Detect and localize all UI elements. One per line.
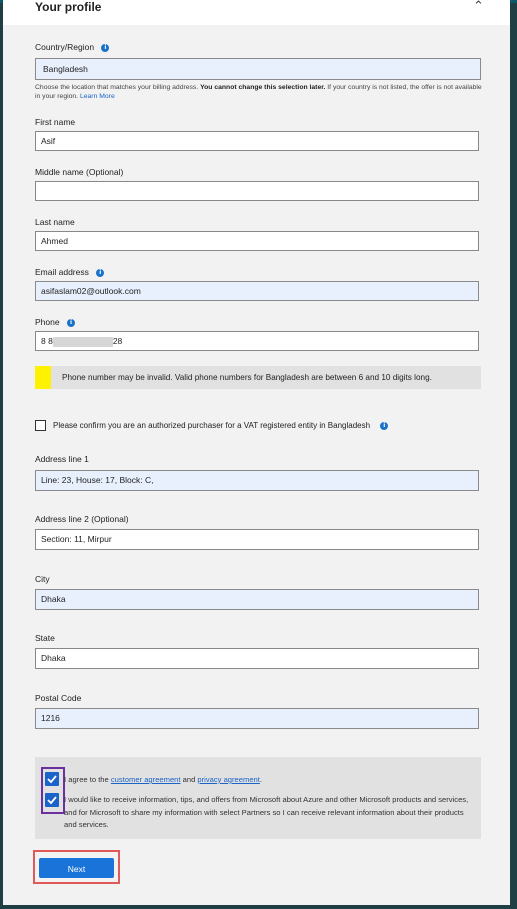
city-label: City [35,574,50,584]
redacted-block [52,336,113,347]
email-label: Email address i [35,267,105,277]
phone-value-start: 8 8 [41,336,53,346]
privacy-agreement-link[interactable]: privacy agreement [197,775,259,784]
country-select[interactable]: Bangladesh [35,58,481,80]
section-title: Your profile [35,0,102,14]
next-button-highlight: Next [33,850,120,884]
postal-label: Postal Code [35,693,82,703]
chevron-up-icon[interactable]: ⌃ [473,0,484,14]
vat-confirm-label: Please confirm you are an authorized pur… [53,421,389,430]
agreement-prefix: I agree to the [64,775,111,784]
agreement-text: I agree to the customer agreement and pr… [64,774,474,786]
hint-text: Choose the location that matches your bi… [35,84,201,91]
vat-confirm-text: Please confirm you are an authorized pur… [53,421,371,430]
marketing-text: I would like to receive information, tip… [64,795,469,829]
middle-name-label: Middle name (Optional) [35,167,124,177]
section-header[interactable]: Your profile ⌃ [3,0,510,25]
info-icon[interactable]: i [66,318,75,327]
phone-label-text: Phone [35,317,60,327]
state-label: State [35,633,55,643]
last-name-field[interactable]: Ahmed [35,231,479,251]
info-icon[interactable]: i [101,43,110,52]
agreement-suffix: . [259,775,263,784]
middle-name-field[interactable] [35,181,479,201]
phone-label: Phone i [35,317,75,327]
phone-warning-text: Phone number may be invalid. Valid phone… [62,373,432,382]
email-label-text: Email address [35,267,89,277]
address1-field[interactable]: Line: 23, House: 17, Block: C, [35,470,479,491]
learn-more-link[interactable]: Learn More [80,93,115,100]
phone-warning: Phone number may be invalid. Valid phone… [35,366,481,389]
agreement-and: and [180,775,198,784]
address1-label: Address line 1 [35,454,89,464]
warning-marker [35,366,51,389]
postal-field[interactable]: 1216 [35,708,479,729]
vat-checkbox[interactable] [35,420,46,431]
country-label: Country/Region i [35,42,110,52]
address2-field[interactable]: Section: 11, Mirpur [35,529,479,550]
country-hint: Choose the location that matches your bi… [35,83,485,101]
phone-value-end: 28 [112,336,123,346]
address2-label: Address line 2 (Optional) [35,514,129,524]
city-field[interactable]: Dhaka [35,589,479,610]
customer-agreement-link[interactable]: customer agreement [111,775,181,784]
state-field[interactable]: Dhaka [35,648,479,669]
profile-panel: Your profile ⌃ Country/Region i Banglade… [3,0,510,905]
first-name-label: First name [35,117,76,127]
info-icon[interactable]: i [96,268,105,277]
checkbox-highlight [41,767,65,814]
country-select-value: Bangladesh [43,64,88,74]
email-field[interactable]: asifaslam02@outlook.com [35,281,479,301]
country-label-text: Country/Region [35,42,95,52]
info-icon[interactable]: i [380,421,389,430]
last-name-label: Last name [35,217,75,227]
hint-warning: You cannot change this selection later. [200,84,326,91]
phone-field[interactable]: 8 8 28 [35,331,479,351]
next-button[interactable]: Next [39,858,114,878]
first-name-field[interactable]: Asif [35,131,479,151]
